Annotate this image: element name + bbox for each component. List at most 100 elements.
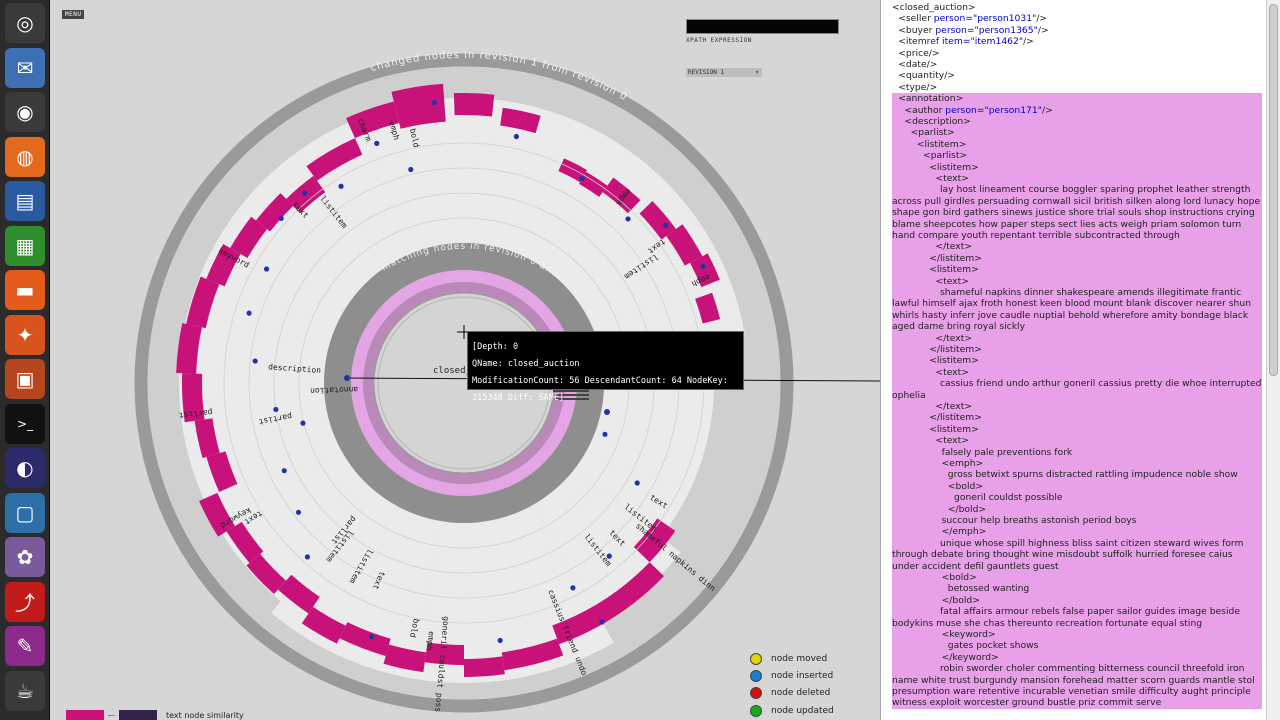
xml-line: </text> xyxy=(892,241,1262,253)
node-dot[interactable] xyxy=(246,310,252,316)
similarity-label: text node similarity xyxy=(166,711,244,720)
changed-node-segment[interactable] xyxy=(391,83,446,129)
node-dot[interactable] xyxy=(369,634,375,640)
node-dot[interactable] xyxy=(625,216,631,222)
deleted-color-swatch xyxy=(750,687,762,699)
software-center-icon[interactable]: ✦ xyxy=(5,314,45,355)
node-dot[interactable] xyxy=(338,183,344,189)
legend-item-moved: node moved xyxy=(750,652,827,666)
xml-line: <seller person="person1031"/> xyxy=(892,13,1262,24)
tooltip-details: ModificationCount: 56 DescendantCount: 6… xyxy=(472,376,728,403)
revision-dropdown[interactable]: REVISION 1 ▾ xyxy=(686,68,762,77)
changed-node-segment[interactable] xyxy=(453,93,495,117)
node-dot[interactable] xyxy=(604,409,610,415)
xml-text-paragraph: shameful napkins dinner shakespeare amen… xyxy=(892,287,1262,333)
calc-icon[interactable]: ▦ xyxy=(5,225,45,266)
node-dot[interactable] xyxy=(263,266,270,272)
xml-line: goneril couldst possible xyxy=(892,492,1262,504)
xml-attribute: person="person171" xyxy=(945,104,1042,116)
xml-text-paragraph: lay host lineament course boggler sparin… xyxy=(892,184,1262,242)
writer-icon[interactable]: ▤ xyxy=(5,181,45,221)
dash-home-icon[interactable]: ◎ xyxy=(5,3,45,43)
xml-line: </bold> xyxy=(892,594,1262,607)
node-dot[interactable] xyxy=(374,140,380,146)
node-dot[interactable] xyxy=(497,637,503,644)
node-tooltip: [Depth: 0 QName: closed_auction Modifica… xyxy=(467,331,744,403)
xml-tag: /> xyxy=(1036,13,1048,25)
xml-line: <listitem> xyxy=(892,138,1262,151)
node-dot[interactable] xyxy=(301,190,308,196)
xml-line: <listitem> xyxy=(892,161,1262,173)
xml-line: <keyword> xyxy=(892,629,1262,641)
menu-button[interactable]: MENU xyxy=(62,10,85,19)
node-dot[interactable] xyxy=(513,133,519,140)
node-dot[interactable] xyxy=(570,585,576,591)
xml-tag: /> xyxy=(1041,104,1053,116)
node-dot[interactable] xyxy=(300,420,306,426)
node-dot[interactable] xyxy=(579,176,585,182)
xml-scrollbar[interactable] xyxy=(1266,0,1280,720)
xml-line: <text> xyxy=(892,366,1262,379)
xml-tag: /> xyxy=(1037,24,1049,36)
xml-text-paragraph: fatal affairs armour rebels false paper … xyxy=(892,606,1262,629)
node-dot[interactable] xyxy=(408,166,414,173)
eclipse-icon[interactable]: ◐ xyxy=(5,448,45,488)
xml-line: <parlist> xyxy=(892,150,1262,162)
xml-line: succour help breaths astonish period boy… xyxy=(892,515,1262,527)
xml-line: </listitem> xyxy=(892,412,1262,424)
xml-line: <listitem> xyxy=(892,423,1262,436)
firefox-icon[interactable]: ◍ xyxy=(5,136,45,177)
node-dot[interactable] xyxy=(281,468,287,474)
legend-label: node deleted xyxy=(771,688,831,698)
xml-line: <text> xyxy=(892,435,1262,447)
node-dot[interactable] xyxy=(634,480,640,486)
files-icon[interactable]: ▬ xyxy=(5,270,45,310)
pdf-reader-icon[interactable]: ⤴ xyxy=(5,581,45,622)
thunderbird-icon[interactable]: ✉ xyxy=(5,47,45,88)
node-dot[interactable] xyxy=(700,263,706,269)
node-dot[interactable] xyxy=(278,215,284,221)
pidgin-icon[interactable]: ✿ xyxy=(5,537,45,577)
annotation-node-dot[interactable] xyxy=(344,375,350,381)
xml-line: </bold> xyxy=(892,503,1262,515)
xml-line: <text> xyxy=(892,275,1262,287)
sunburst-visualization[interactable]: changed nodes in revision 1 from revisio… xyxy=(50,0,880,720)
legend-item-inserted: node inserted xyxy=(750,669,833,683)
visualization-canvas[interactable]: changed nodes in revision 1 from revisio… xyxy=(50,0,880,720)
xml-line: <type/> xyxy=(898,81,938,93)
xml-tag: <author xyxy=(904,104,946,116)
node-dot[interactable] xyxy=(599,619,605,625)
node-dot[interactable] xyxy=(273,406,279,413)
impress-icon[interactable]: ▣ xyxy=(5,359,45,399)
legend-label: node moved xyxy=(771,654,828,664)
xml-attribute: person="person1365" xyxy=(935,24,1038,36)
xml-attribute: item="item1462" xyxy=(942,36,1024,48)
node-dot[interactable] xyxy=(602,431,608,437)
tooltip-depth: [Depth: 0 xyxy=(472,342,519,352)
chevron-down-icon: ▾ xyxy=(755,69,759,76)
center-node-label: closed_ xyxy=(433,366,471,376)
node-dot[interactable] xyxy=(252,358,258,364)
node-dot[interactable] xyxy=(295,509,302,515)
node-dot[interactable] xyxy=(304,554,311,560)
xml-line: <annotation> xyxy=(892,93,1262,105)
xpath-expression-input[interactable] xyxy=(686,19,839,34)
changed-node-segment[interactable] xyxy=(464,656,505,677)
chrome-icon[interactable]: ◉ xyxy=(5,92,45,132)
revision-value: REVISION 1 xyxy=(688,69,725,76)
similarity-dash: — xyxy=(108,711,115,719)
inkscape-icon[interactable]: ✎ xyxy=(5,626,45,666)
xml-text-paragraph: unique whose spill highness bliss saint … xyxy=(892,537,1262,573)
xml-line: </emph> xyxy=(892,526,1262,538)
terminal-icon[interactable]: >_ xyxy=(5,403,45,444)
node-dot[interactable] xyxy=(431,99,438,106)
xml-line: </listitem> xyxy=(892,252,1262,265)
scrollbar-thumb[interactable] xyxy=(1269,4,1278,376)
node-dot[interactable] xyxy=(663,222,669,228)
java-app-icon[interactable]: ☕ xyxy=(5,670,45,711)
remote-desktop-icon[interactable]: ▢ xyxy=(5,492,45,533)
similarity-high-swatch xyxy=(66,710,104,720)
xml-tag: <buyer xyxy=(898,24,936,36)
xml-line: <text> xyxy=(892,173,1262,185)
legend-label: node inserted xyxy=(771,671,834,681)
